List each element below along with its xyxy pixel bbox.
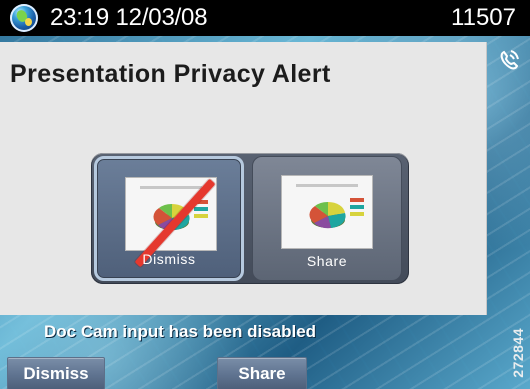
status-datetime: 23:19 12/03/08 bbox=[50, 4, 208, 31]
status-message: Doc Cam input has been disabled bbox=[44, 322, 317, 341]
globe-icon bbox=[10, 4, 38, 32]
dismiss-option-label: Dismiss bbox=[142, 251, 196, 267]
status-bar: 23:19 12/03/08 11507 bbox=[0, 0, 530, 36]
legend-icon bbox=[350, 198, 364, 226]
choice-panel: Dismiss Share bbox=[91, 153, 409, 284]
status-extension: 11507 bbox=[451, 4, 516, 31]
thumbnail-title-bar bbox=[296, 184, 358, 187]
handset-icon bbox=[500, 50, 519, 70]
side-label: 272844 bbox=[510, 328, 526, 378]
share-option-label: Share bbox=[306, 253, 348, 269]
dismiss-softkey[interactable]: Dismiss bbox=[7, 357, 105, 389]
dismiss-option[interactable]: Dismiss bbox=[94, 156, 244, 281]
phone-screen: 23:19 12/03/08 11507 Presentation Privac… bbox=[0, 0, 530, 389]
share-softkey[interactable]: Share bbox=[217, 357, 307, 389]
thumbnail-title-bar bbox=[140, 186, 202, 189]
dialog-title: Presentation Privacy Alert bbox=[10, 60, 331, 88]
pie-chart-icon bbox=[308, 196, 348, 234]
presentation-thumbnail bbox=[281, 175, 373, 249]
privacy-alert-dialog: Presentation Privacy Alert Dismiss Share bbox=[0, 42, 487, 315]
share-option[interactable]: Share bbox=[252, 156, 402, 281]
